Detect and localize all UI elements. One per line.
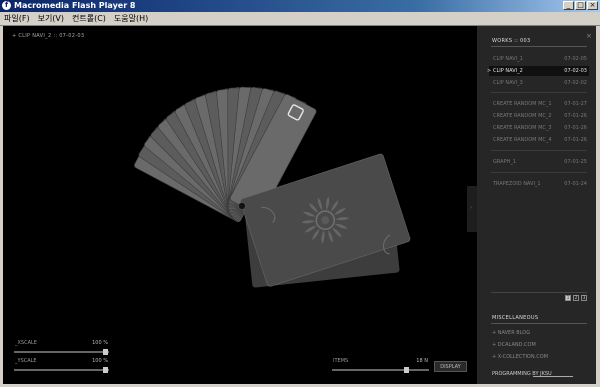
minimize-button[interactable]: _ xyxy=(563,1,574,10)
work-item[interactable]: CREATE RANDOM MC_4 07-01-26 xyxy=(489,135,589,145)
works-panel: × WORKS :: 003 CLIP NAVI_1 07-02-05 > CLIP … xyxy=(477,26,596,384)
items-value: 18 N xyxy=(416,358,428,364)
chevron-right-icon: › xyxy=(470,205,472,211)
display-button[interactable]: DISPLAY xyxy=(434,361,467,372)
work-name: CREATE RANDOM MC_1 xyxy=(493,101,552,107)
menu-help[interactable]: 도움말(H) xyxy=(110,12,152,25)
yscale-label: _YSCALE xyxy=(15,358,37,364)
work-date: 07-01-26 xyxy=(564,137,587,143)
page-button-1[interactable]: 1 xyxy=(565,295,571,301)
work-name: CREATE RANDOM MC_4 xyxy=(493,137,552,143)
work-date: 07-01-25 xyxy=(564,159,587,165)
title-bar: f Macromedia Flash Player 8 _ □ × xyxy=(0,0,600,12)
work-item[interactable]: GRAPH_1 07-01-25 xyxy=(489,157,589,167)
misc-heading-rule xyxy=(491,323,587,324)
work-name: TRAPEZOID NAVI_1 xyxy=(493,181,541,187)
close-icon[interactable]: × xyxy=(586,32,592,40)
yscale-slider-thumb[interactable] xyxy=(103,367,108,373)
xscale-slider-thumb[interactable] xyxy=(103,349,108,355)
items-slider-track[interactable] xyxy=(332,369,429,371)
link-x-collection[interactable]: + X-COLLECTION.COM xyxy=(492,354,548,360)
maximize-button[interactable]: □ xyxy=(575,1,586,10)
link-naver-blog[interactable]: + NAVER BLOG xyxy=(492,330,530,336)
works-bottom-rule xyxy=(491,292,587,293)
yscale-slider-track[interactable] xyxy=(14,369,109,371)
work-date: 07-01-26 xyxy=(564,125,587,131)
work-name: CLIP NAVI_2 xyxy=(493,68,523,74)
xscale-value: 100 % xyxy=(92,340,108,346)
work-item[interactable]: CLIP NAVI_1 07-02-05 xyxy=(489,54,589,64)
work-item[interactable]: > CLIP NAVI_2 07-02-03 xyxy=(487,66,589,76)
link-dcaland[interactable]: + DCALAND.COM xyxy=(492,342,536,348)
work-date: 07-02-03 xyxy=(564,68,587,74)
menu-file[interactable]: 파일(F) xyxy=(0,12,34,25)
items-slider-thumb[interactable] xyxy=(404,367,409,373)
misc-heading: MISCELLANEOUS xyxy=(492,315,539,321)
active-marker: > xyxy=(487,68,492,74)
yscale-value: 100 % xyxy=(92,358,108,364)
card-fan[interactable] xyxy=(3,26,473,384)
xscale-label: _XSCALE xyxy=(15,340,37,346)
menu-control[interactable]: 컨트롤(C) xyxy=(68,12,110,25)
work-separator xyxy=(491,150,587,151)
work-name: CLIP NAVI_1 xyxy=(493,56,523,62)
work-date: 07-02-02 xyxy=(564,80,587,86)
work-name: GRAPH_1 xyxy=(493,159,517,165)
menu-bar: 파일(F) 보기(V) 컨트롤(C) 도움말(H) xyxy=(0,12,600,26)
works-heading: WORKS :: 003 xyxy=(492,38,531,44)
flash-player-icon: f xyxy=(2,1,11,10)
items-label: ITEMS xyxy=(333,358,349,364)
xscale-slider-track[interactable] xyxy=(14,351,109,353)
work-item[interactable]: CLIP NAVI_3 07-02-02 xyxy=(489,78,589,88)
work-name: CREATE RANDOM MC_3 xyxy=(493,125,552,131)
flash-stage: + CLIP NAVI_2 :: 07-02-03 _XSCALE 100 % … xyxy=(3,26,596,384)
credit-underline xyxy=(533,376,573,377)
work-date: 07-01-24 xyxy=(564,181,587,187)
page-button-2[interactable]: 2 xyxy=(573,295,579,301)
work-item[interactable]: TRAPEZOID NAVI_1 07-01-24 xyxy=(489,179,589,189)
menu-view[interactable]: 보기(V) xyxy=(34,12,68,25)
work-name: CLIP NAVI_3 xyxy=(493,80,523,86)
work-item[interactable]: CREATE RANDOM MC_3 07-01-26 xyxy=(489,123,589,133)
works-heading-rule xyxy=(491,46,587,47)
work-item[interactable]: CREATE RANDOM MC_1 07-01-27 xyxy=(489,99,589,109)
work-name: CREATE RANDOM MC_2 xyxy=(493,113,552,119)
fan-pivot xyxy=(238,202,246,210)
close-button[interactable]: × xyxy=(587,1,598,10)
pager: 1 2 3 xyxy=(565,295,587,301)
work-date: 07-01-26 xyxy=(564,113,587,119)
window-title: Macromedia Flash Player 8 xyxy=(14,1,136,10)
panel-toggle-tab[interactable]: › xyxy=(467,186,477,232)
work-item[interactable]: CREATE RANDOM MC_2 07-01-26 xyxy=(489,111,589,121)
page-button-3[interactable]: 3 xyxy=(581,295,587,301)
work-date: 07-01-27 xyxy=(564,101,587,107)
work-date: 07-02-05 xyxy=(564,56,587,62)
work-separator xyxy=(491,92,587,93)
work-separator xyxy=(491,172,587,173)
